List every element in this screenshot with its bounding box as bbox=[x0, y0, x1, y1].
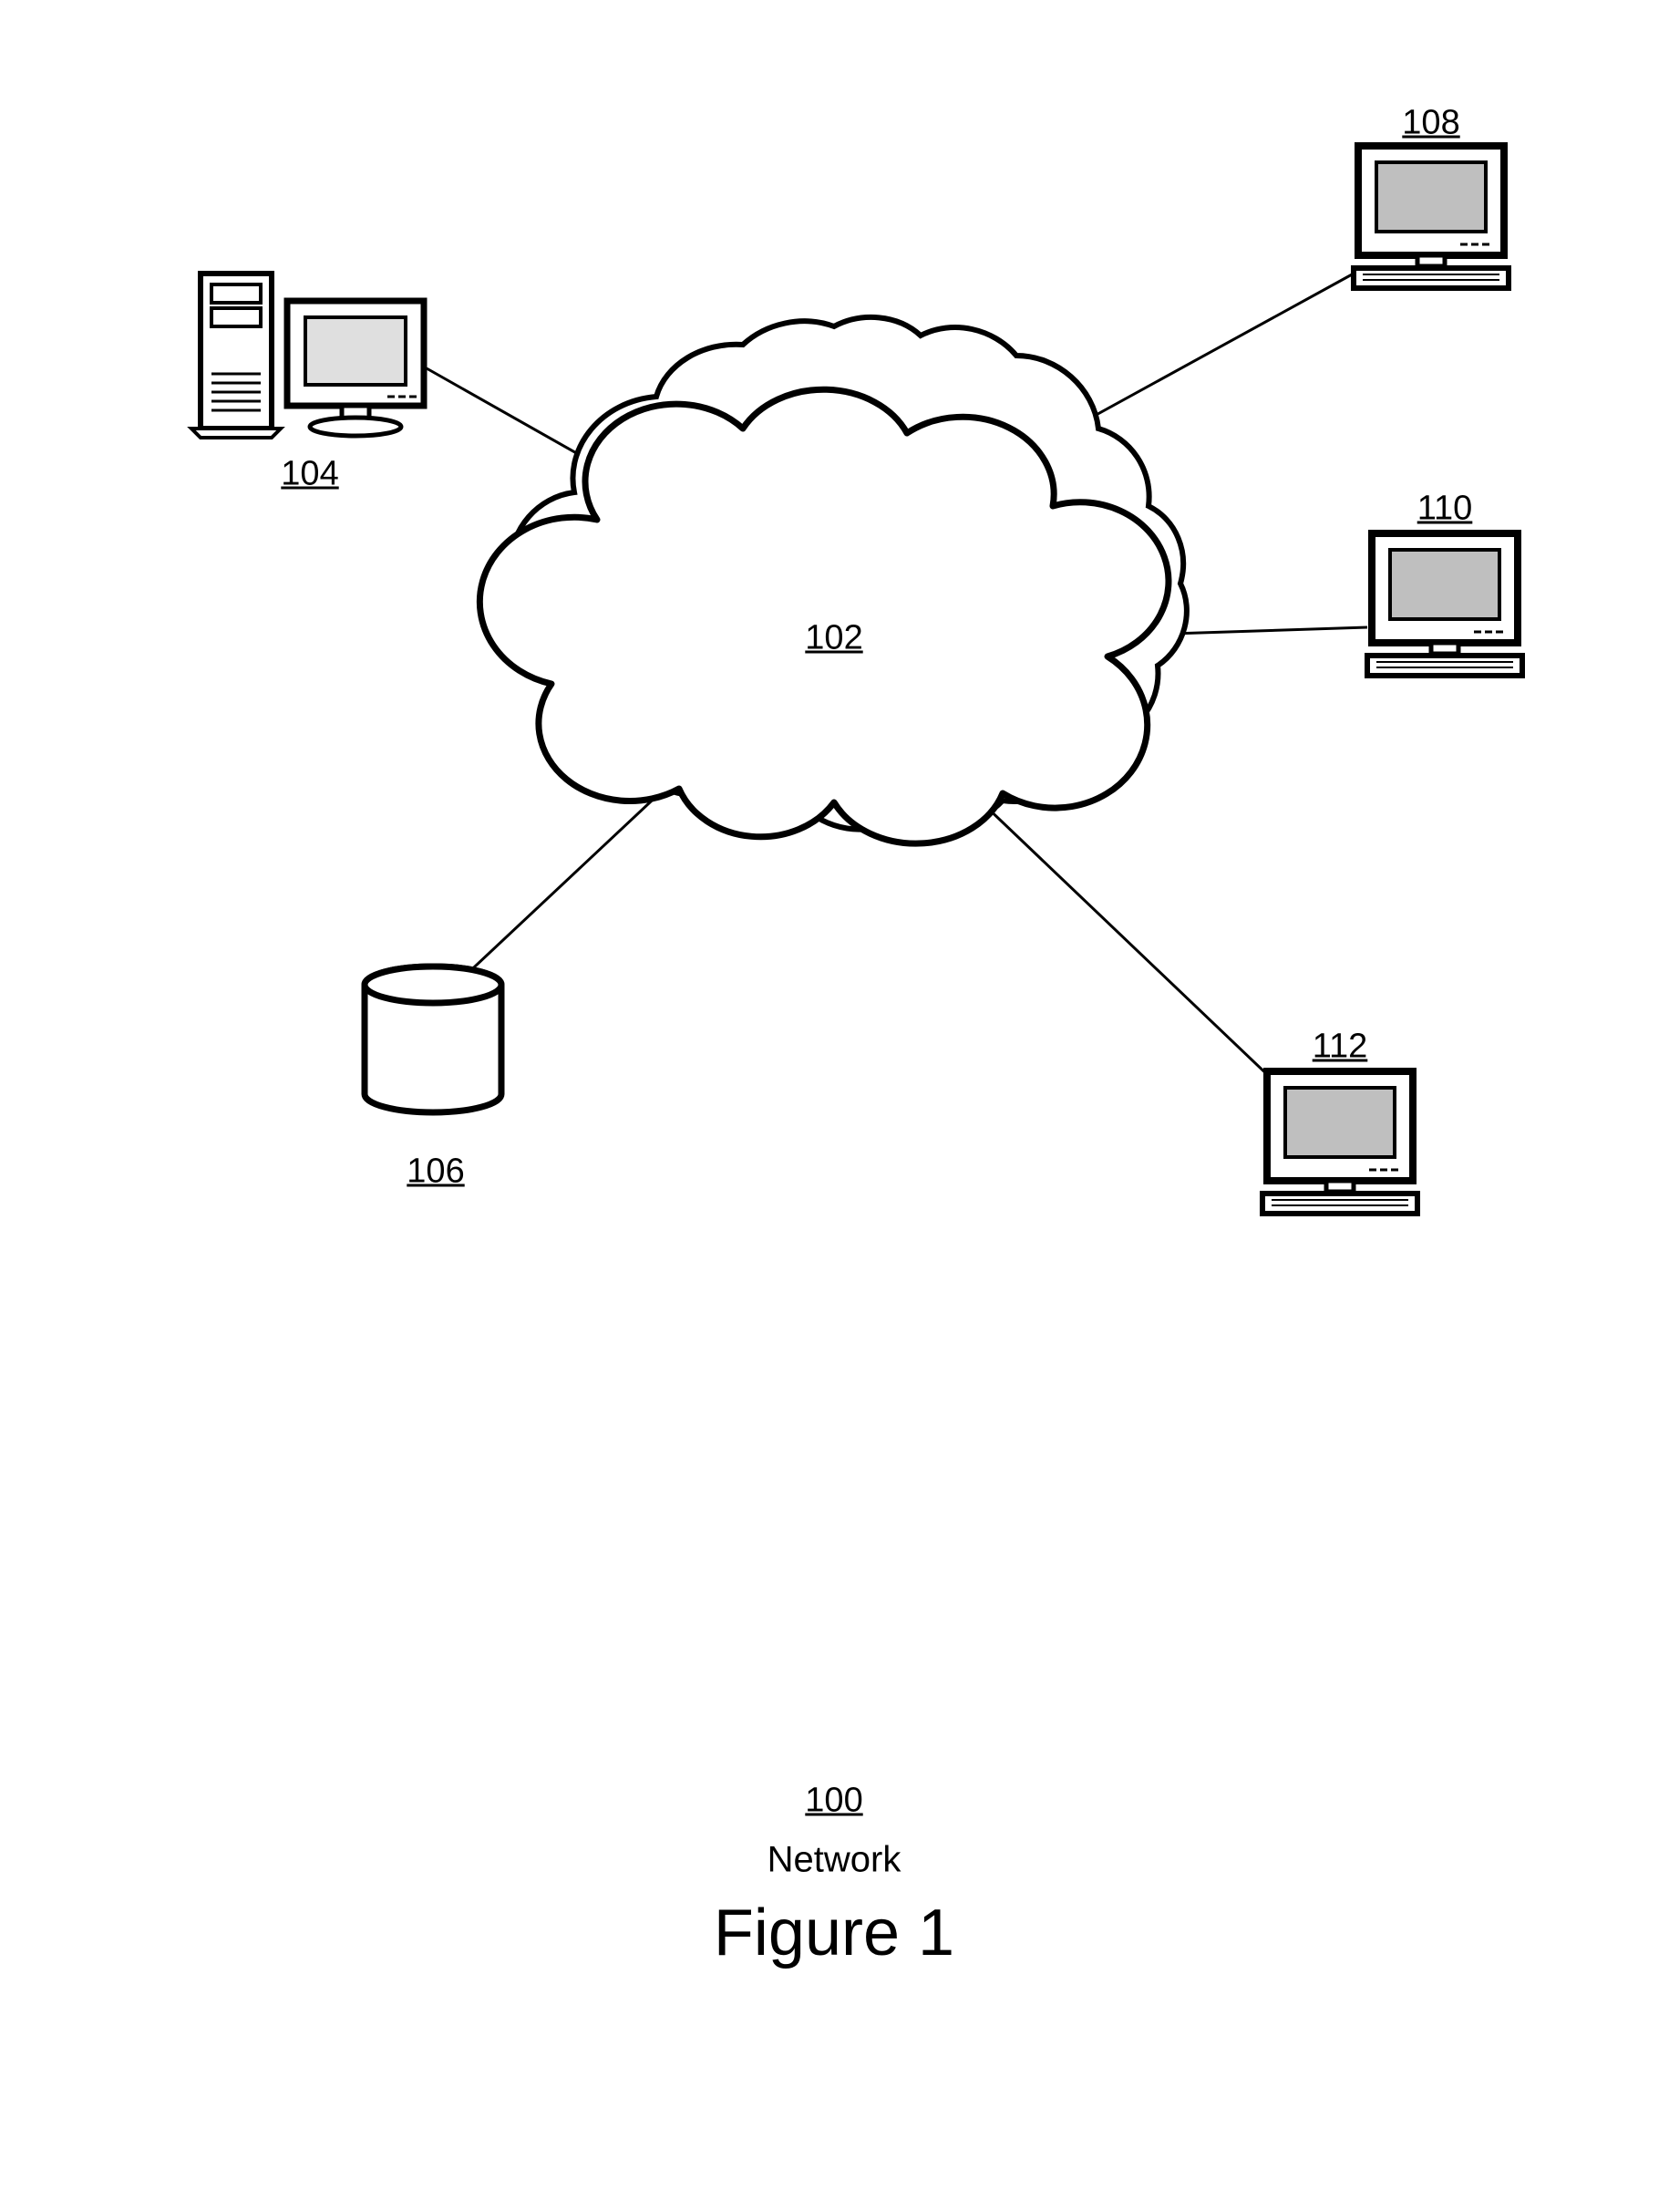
server-label: 104 bbox=[281, 455, 338, 494]
client-tr-icon bbox=[1354, 146, 1509, 288]
footer-number: 100 bbox=[805, 1782, 862, 1821]
diagram-canvas: 102 104 106 108 110 112 100 Network Figu… bbox=[0, 0, 1669, 2212]
server-icon bbox=[191, 274, 424, 438]
client-r-icon bbox=[1367, 533, 1522, 676]
client-r-label: 110 bbox=[1417, 490, 1473, 529]
cloud-icon bbox=[479, 317, 1187, 843]
footer-caption: Network bbox=[768, 1840, 901, 1881]
cloud-label: 102 bbox=[805, 619, 862, 658]
figure-title: Figure 1 bbox=[714, 1896, 954, 1970]
client-br-icon bbox=[1262, 1071, 1417, 1214]
client-tr-label: 108 bbox=[1402, 104, 1459, 143]
client-br-label: 112 bbox=[1313, 1028, 1368, 1067]
database-icon bbox=[365, 966, 501, 1112]
database-label: 106 bbox=[407, 1153, 464, 1192]
